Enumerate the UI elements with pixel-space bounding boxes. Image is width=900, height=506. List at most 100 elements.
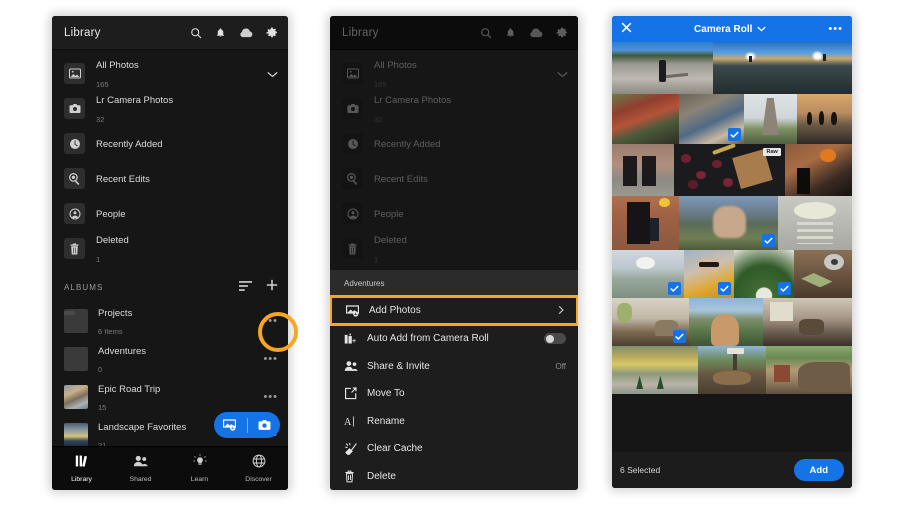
folder-icon	[64, 309, 88, 333]
sidebar-item-label: Deleted	[96, 235, 129, 247]
sidebar-item-recent-edits: Recent Edits	[330, 161, 578, 196]
sidebar-item-count: 32	[374, 114, 383, 124]
sidebar-item-recently-added[interactable]: Recently Added	[52, 126, 288, 161]
photo-cell[interactable]: Raw	[674, 144, 785, 196]
photo-cell[interactable]	[612, 94, 680, 144]
tab-shared[interactable]: Shared	[111, 454, 170, 483]
sidebar-item-count: 165	[374, 79, 387, 89]
menu-item-auto-add-from-camera-roll[interactable]: Auto Add from Camera Roll	[330, 325, 578, 353]
library-icon	[75, 454, 89, 473]
selection-check-icon	[718, 282, 732, 295]
photo-cell[interactable]	[612, 346, 699, 394]
list-item[interactable]: Epic Road Trip 15 •••	[52, 378, 288, 416]
bulb-icon	[193, 454, 207, 473]
cloud-icon[interactable]	[239, 27, 253, 38]
gear-icon[interactable]	[266, 27, 278, 39]
tab-discover[interactable]: Discover	[229, 454, 288, 483]
sidebar-item-deleted[interactable]: Deleted 1	[52, 231, 288, 266]
menu-item-add-photos[interactable]: Add Photos	[330, 295, 578, 326]
photo-cell[interactable]	[777, 196, 852, 250]
share-icon	[344, 360, 361, 372]
photo-cell[interactable]	[612, 144, 675, 196]
overflow-dots-icon[interactable]: •••	[828, 23, 843, 35]
sidebar-item-recent-edits[interactable]: Recent Edits	[52, 161, 288, 196]
phone-panel-camera-roll: Camera Roll ••• Raw 6 Selected Add	[612, 16, 852, 488]
menu-item-label: Rename	[367, 415, 405, 427]
chevron-down-icon[interactable]	[267, 65, 278, 83]
rename-icon: A	[344, 415, 361, 428]
sidebar-item-count: 1	[96, 254, 101, 264]
bell-icon[interactable]	[215, 27, 226, 39]
add-button[interactable]: Add	[793, 459, 844, 481]
photo-cell-selected[interactable]	[679, 196, 778, 250]
photo-cell[interactable]	[612, 42, 713, 94]
list-item[interactable]: Projects 6 Items •••	[52, 302, 288, 340]
phone-panel-library: Library All Photos 165 Lr Camera Photos …	[52, 16, 288, 490]
sidebar-item-label: Recently Added	[374, 139, 441, 151]
add-photos-icon[interactable]	[217, 419, 243, 431]
camera-roll-title-group[interactable]: Camera Roll	[694, 23, 767, 35]
photo-cell[interactable]	[787, 42, 852, 94]
camera-roll-header: Camera Roll •••	[612, 16, 852, 42]
camera-icon[interactable]	[252, 419, 278, 431]
auto-add-toggle[interactable]	[544, 333, 566, 345]
album-label: Epic Road Trip	[98, 383, 161, 395]
close-icon[interactable]	[621, 22, 632, 36]
photo-cell[interactable]	[688, 298, 764, 346]
photo-cell-selected[interactable]	[684, 250, 735, 298]
photo-cell-selected[interactable]	[734, 250, 795, 298]
photo-grid-row	[612, 298, 852, 346]
photo-grid-row	[612, 94, 852, 144]
overflow-dots-icon[interactable]: •••	[263, 392, 278, 403]
page-title: Library	[64, 26, 101, 39]
overflow-dots-icon[interactable]: •••	[263, 354, 278, 365]
sidebar-item-lr-camera-photos[interactable]: Lr Camera Photos 32	[52, 91, 288, 126]
photo-cell-selected[interactable]	[612, 250, 684, 298]
sidebar-item-people[interactable]: People	[52, 196, 288, 231]
photo-grid-row	[612, 346, 852, 394]
sidebar-item-label: Recent Edits	[374, 174, 428, 186]
share-status: Off	[555, 361, 566, 371]
screenshot-stage: Library All Photos 165 Lr Camera Photos …	[0, 0, 900, 506]
album-context-menu: Adventures Add Photos Auto Add from Came…	[330, 270, 578, 490]
photo-cell[interactable]	[794, 250, 852, 298]
plus-icon[interactable]	[266, 278, 278, 296]
menu-item-label: Add Photos	[369, 305, 421, 316]
photo-cell[interactable]	[765, 346, 852, 394]
menu-item-delete[interactable]: Delete	[330, 463, 578, 491]
list-item[interactable]: Adventures 0 •••	[52, 340, 288, 378]
photo-cell[interactable]	[796, 94, 852, 144]
photo-cell[interactable]	[612, 196, 680, 250]
sidebar-item-all-photos[interactable]: All Photos 165	[52, 56, 288, 91]
edits-icon	[64, 168, 85, 189]
header-actions	[190, 27, 278, 39]
albums-header: ALBUMS	[52, 272, 288, 302]
sidebar-item-label: People	[96, 209, 126, 221]
chevron-right-icon	[558, 305, 564, 317]
page-title: Camera Roll	[694, 23, 753, 35]
photo-cell[interactable]	[743, 94, 797, 144]
tab-learn[interactable]: Learn	[170, 454, 229, 483]
search-icon[interactable]	[190, 27, 202, 39]
bell-icon	[505, 27, 516, 39]
photo-cell-selected[interactable]	[679, 94, 744, 144]
add-photos-icon	[346, 304, 363, 317]
menu-item-share-and-invite[interactable]: Share & Invite Off	[330, 353, 578, 381]
menu-item-clear-cache[interactable]: Clear Cache	[330, 435, 578, 463]
tab-library[interactable]: Library	[52, 454, 111, 490]
person-icon	[64, 203, 85, 224]
photo-cell[interactable]	[784, 144, 852, 196]
menu-item-move-to[interactable]: Move To	[330, 380, 578, 408]
selection-count: 6 Selected	[620, 465, 661, 475]
photo-cell[interactable]	[763, 298, 852, 346]
photo-cell-selected[interactable]	[612, 298, 689, 346]
photo-cell[interactable]	[712, 42, 788, 94]
menu-item-rename[interactable]: A Rename	[330, 408, 578, 436]
sidebar-item-label: All Photos	[374, 60, 417, 72]
photo-cell[interactable]	[698, 346, 766, 394]
sort-icon[interactable]	[239, 278, 252, 296]
trash-icon	[344, 470, 361, 483]
photo-grid-row	[612, 42, 852, 94]
camera-icon	[342, 98, 363, 119]
sidebar-item-count: 165	[96, 79, 109, 89]
